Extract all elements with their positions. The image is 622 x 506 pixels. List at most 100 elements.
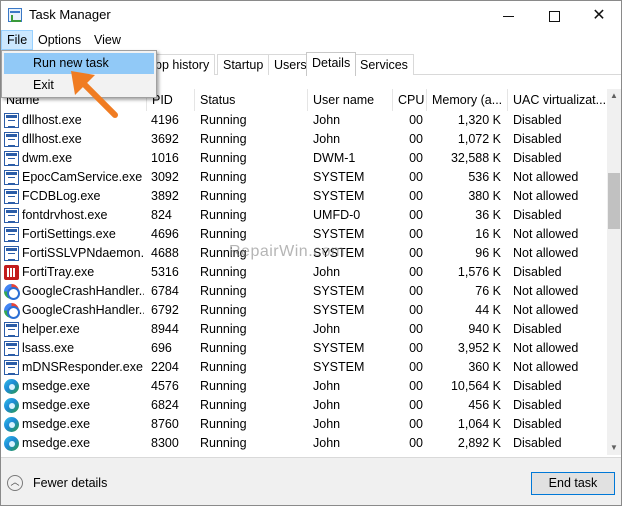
- process-status: Running: [200, 436, 247, 450]
- process-name-cell: lsass.exe: [4, 339, 144, 358]
- process-status: Running: [200, 417, 247, 431]
- table-row[interactable]: msedge.exe 4576 Running John 00 10,564 K Disab…: [1, 377, 607, 396]
- process-name-cell: msedge.exe: [4, 415, 144, 434]
- scrollbar-thumb[interactable]: [608, 173, 620, 229]
- tab-startup[interactable]: Startup: [217, 54, 270, 75]
- process-memory: 32,588 K: [450, 151, 501, 165]
- process-uac-virtualization: Not allowed: [513, 284, 579, 298]
- process-name-cell: msedge.exe: [4, 396, 144, 415]
- generic-app-icon: [4, 189, 19, 204]
- process-status: Running: [200, 265, 247, 279]
- process-name: msedge.exe: [22, 436, 91, 450]
- process-user-name: SYSTEM: [313, 189, 365, 203]
- column-header-memory[interactable]: Memory (a...: [427, 89, 508, 111]
- process-uac-virtualization: Disabled: [513, 436, 562, 450]
- table-row[interactable]: FortiTray.exe 5316 Running John 00 1,576 K Dis…: [1, 263, 607, 282]
- table-row[interactable]: GoogleCrashHandler... 6784 Running SYSTEM 00…: [1, 282, 607, 301]
- google-icon: [4, 284, 20, 300]
- edge-icon: [4, 417, 19, 432]
- process-name-cell: FCDBLog.exe: [4, 187, 144, 206]
- column-header-uac[interactable]: UAC virtualizat...: [508, 89, 607, 111]
- column-header-user-name[interactable]: User name: [308, 89, 393, 111]
- table-row[interactable]: FCDBLog.exe 3892 Running SYSTEM 00 380 K Not a…: [1, 187, 607, 206]
- process-user-name: John: [313, 398, 341, 412]
- generic-app-icon: [4, 170, 19, 185]
- process-pid: 8760: [151, 417, 179, 431]
- process-name: GoogleCrashHandler...: [22, 284, 144, 298]
- menu-view[interactable]: View: [89, 30, 126, 50]
- end-task-button[interactable]: End task: [531, 472, 615, 495]
- process-user-name: UMFD-0: [313, 208, 361, 222]
- process-status: Running: [200, 284, 247, 298]
- fortitray-icon: [4, 265, 19, 280]
- watermark: RepairWin.com: [229, 243, 345, 260]
- process-status: Running: [200, 322, 247, 336]
- close-button[interactable]: ✕: [576, 1, 622, 29]
- scroll-up-icon[interactable]: ▲: [607, 89, 621, 103]
- process-name: dllhost.exe: [22, 132, 82, 146]
- process-cpu: 00: [409, 208, 423, 222]
- table-row[interactable]: msedge.exe 8760 Running John 00 1,064 K Disabl…: [1, 415, 607, 434]
- process-name: fontdrvhost.exe: [22, 208, 108, 222]
- title-bar: Task Manager ✕: [1, 1, 621, 29]
- menu-options[interactable]: Options: [33, 30, 86, 50]
- process-name: lsass.exe: [22, 341, 75, 355]
- table-row[interactable]: helper.exe 8944 Running John 00 940 K Disabled: [1, 320, 607, 339]
- scroll-down-icon[interactable]: ▼: [607, 441, 621, 455]
- menu-file[interactable]: File: [1, 30, 34, 50]
- column-header-status[interactable]: Status: [195, 89, 308, 111]
- table-row[interactable]: FortiSettings.exe 4696 Running SYSTEM 00 16 K…: [1, 225, 607, 244]
- process-name: dwm.exe: [22, 151, 73, 165]
- window-title: Task Manager: [29, 7, 111, 22]
- table-row[interactable]: msedge.exe 8300 Running John 00 2,892 K Disabl…: [1, 434, 607, 453]
- process-name-cell: FortiSSLVPNdaemon...: [4, 244, 144, 263]
- table-row[interactable]: fontdrvhost.exe 824 Running UMFD-0 00 36 K Dis…: [1, 206, 607, 225]
- process-cpu: 00: [409, 436, 423, 450]
- table-row[interactable]: msedge.exe 6824 Running John 00 456 K Disabled: [1, 396, 607, 415]
- maximize-button[interactable]: [531, 1, 577, 29]
- process-pid: 8944: [151, 322, 179, 336]
- table-row[interactable]: GoogleCrashHandler... 6792 Running SYSTEM 00…: [1, 301, 607, 320]
- process-cpu: 00: [409, 170, 423, 184]
- process-memory: 16 K: [475, 227, 501, 241]
- tab-app-history[interactable]: pp history: [149, 54, 216, 75]
- process-pid: 6784: [151, 284, 179, 298]
- process-status: Running: [200, 151, 247, 165]
- process-cpu: 00: [409, 151, 423, 165]
- table-row[interactable]: mDNSResponder.exe 2204 Running SYSTEM 00 360 …: [1, 358, 607, 377]
- table-row[interactable]: EpocCamService.exe 3092 Running SYSTEM 00 536…: [1, 168, 607, 187]
- process-uac-virtualization: Not allowed: [513, 227, 579, 241]
- process-uac-virtualization: Disabled: [513, 265, 562, 279]
- process-cpu: 00: [409, 227, 423, 241]
- google-icon: [4, 303, 20, 319]
- table-row[interactable]: dwm.exe 1016 Running DWM-1 00 32,588 K Disable…: [1, 149, 607, 168]
- task-manager-window: Task Manager ✕ File Options View pp hist…: [0, 0, 622, 506]
- process-user-name: John: [313, 113, 341, 127]
- tab-details[interactable]: Details: [306, 52, 357, 76]
- tab-services[interactable]: Services: [354, 54, 414, 75]
- process-pid: 696: [151, 341, 172, 355]
- vertical-scrollbar[interactable]: ▲ ▼: [607, 89, 621, 455]
- process-pid: 4196: [151, 113, 179, 127]
- column-header-cpu[interactable]: CPU: [393, 89, 427, 111]
- table-row[interactable]: lsass.exe 696 Running SYSTEM 00 3,952 K Not al…: [1, 339, 607, 358]
- process-cpu: 00: [409, 246, 423, 260]
- process-uac-virtualization: Not allowed: [513, 246, 579, 260]
- table-row[interactable]: dllhost.exe 3692 Running John 00 1,072 K Disab…: [1, 130, 607, 149]
- process-pid: 4696: [151, 227, 179, 241]
- process-uac-virtualization: Disabled: [513, 322, 562, 336]
- generic-app-icon: [4, 360, 19, 375]
- process-memory: 1,064 K: [457, 417, 501, 431]
- process-status: Running: [200, 379, 247, 393]
- chevron-up-icon[interactable]: ︿: [7, 475, 23, 491]
- process-pid: 3692: [151, 132, 179, 146]
- process-cpu: 00: [409, 265, 423, 279]
- fewer-details-link[interactable]: Fewer details: [33, 476, 107, 490]
- minimize-button[interactable]: [485, 1, 531, 29]
- generic-app-icon: [4, 227, 19, 242]
- footer-bar: ︿ Fewer details End task: [1, 457, 621, 505]
- process-status: Running: [200, 398, 247, 412]
- process-name: FortiSettings.exe: [22, 227, 116, 241]
- process-uac-virtualization: Disabled: [513, 132, 562, 146]
- process-status: Running: [200, 360, 247, 374]
